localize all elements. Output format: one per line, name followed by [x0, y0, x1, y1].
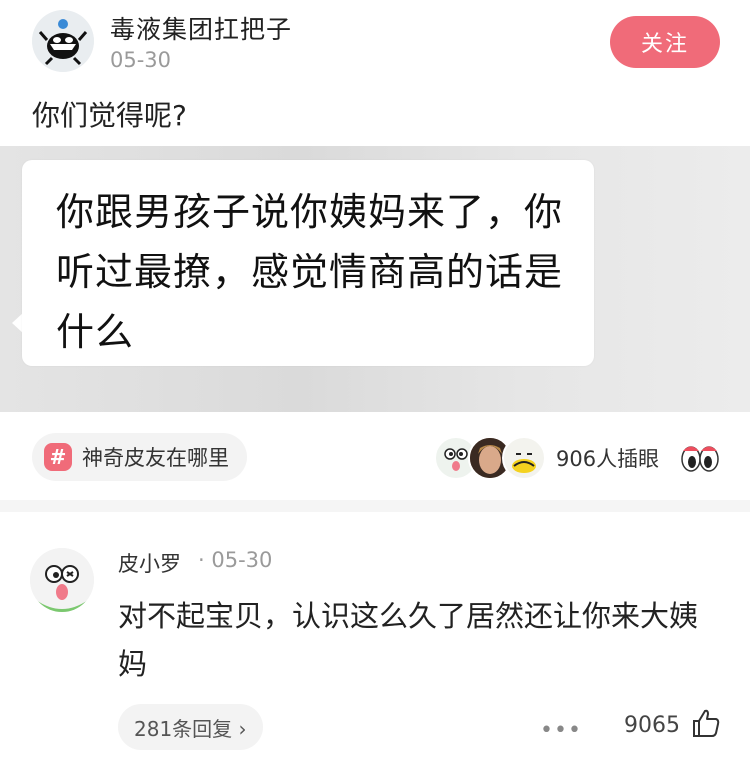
thumbs-up-icon[interactable]: [690, 707, 722, 739]
like-count: 9065: [624, 713, 680, 738]
divider: [0, 500, 750, 512]
post-date: 05-30: [110, 48, 172, 72]
commenter-avatar[interactable]: [30, 548, 94, 612]
viewer-avatars[interactable]: [434, 436, 546, 480]
hash-icon: #: [44, 443, 72, 471]
speech-bubble: 你跟男孩子说你姨妈来了，你听过最撩，感觉情商高的话是什么: [22, 160, 594, 366]
author-avatar[interactable]: [32, 10, 94, 72]
topic-label: 神奇皮友在哪里: [82, 446, 229, 470]
author-name[interactable]: 毒液集团扛把子: [110, 10, 292, 46]
image-text: 你跟男孩子说你姨妈来了，你听过最撩，感觉情商高的话是什么: [56, 190, 564, 354]
topic-tag[interactable]: # 神奇皮友在哪里: [32, 433, 247, 481]
post-header: 毒液集团扛把子 05-30 关注: [0, 0, 750, 90]
more-options-icon[interactable]: •••: [540, 718, 582, 743]
peek-count: 906人插眼: [556, 447, 660, 471]
post-text: 你们觉得呢?: [32, 99, 187, 132]
comment-date: · 05-30: [198, 548, 273, 572]
comment-text: 对不起宝贝，认识这么久了居然还让你来大姨妈: [118, 599, 699, 681]
commenter-name[interactable]: 皮小罗: [118, 548, 181, 578]
post-image[interactable]: 你跟男孩子说你姨妈来了，你听过最撩，感觉情商高的话是什么: [0, 146, 750, 412]
eyes-icon[interactable]: [680, 440, 720, 476]
viewer-avatar: [502, 436, 546, 480]
replies-button[interactable]: 281条回复 ›: [118, 704, 263, 750]
follow-button[interactable]: 关注: [610, 16, 720, 68]
